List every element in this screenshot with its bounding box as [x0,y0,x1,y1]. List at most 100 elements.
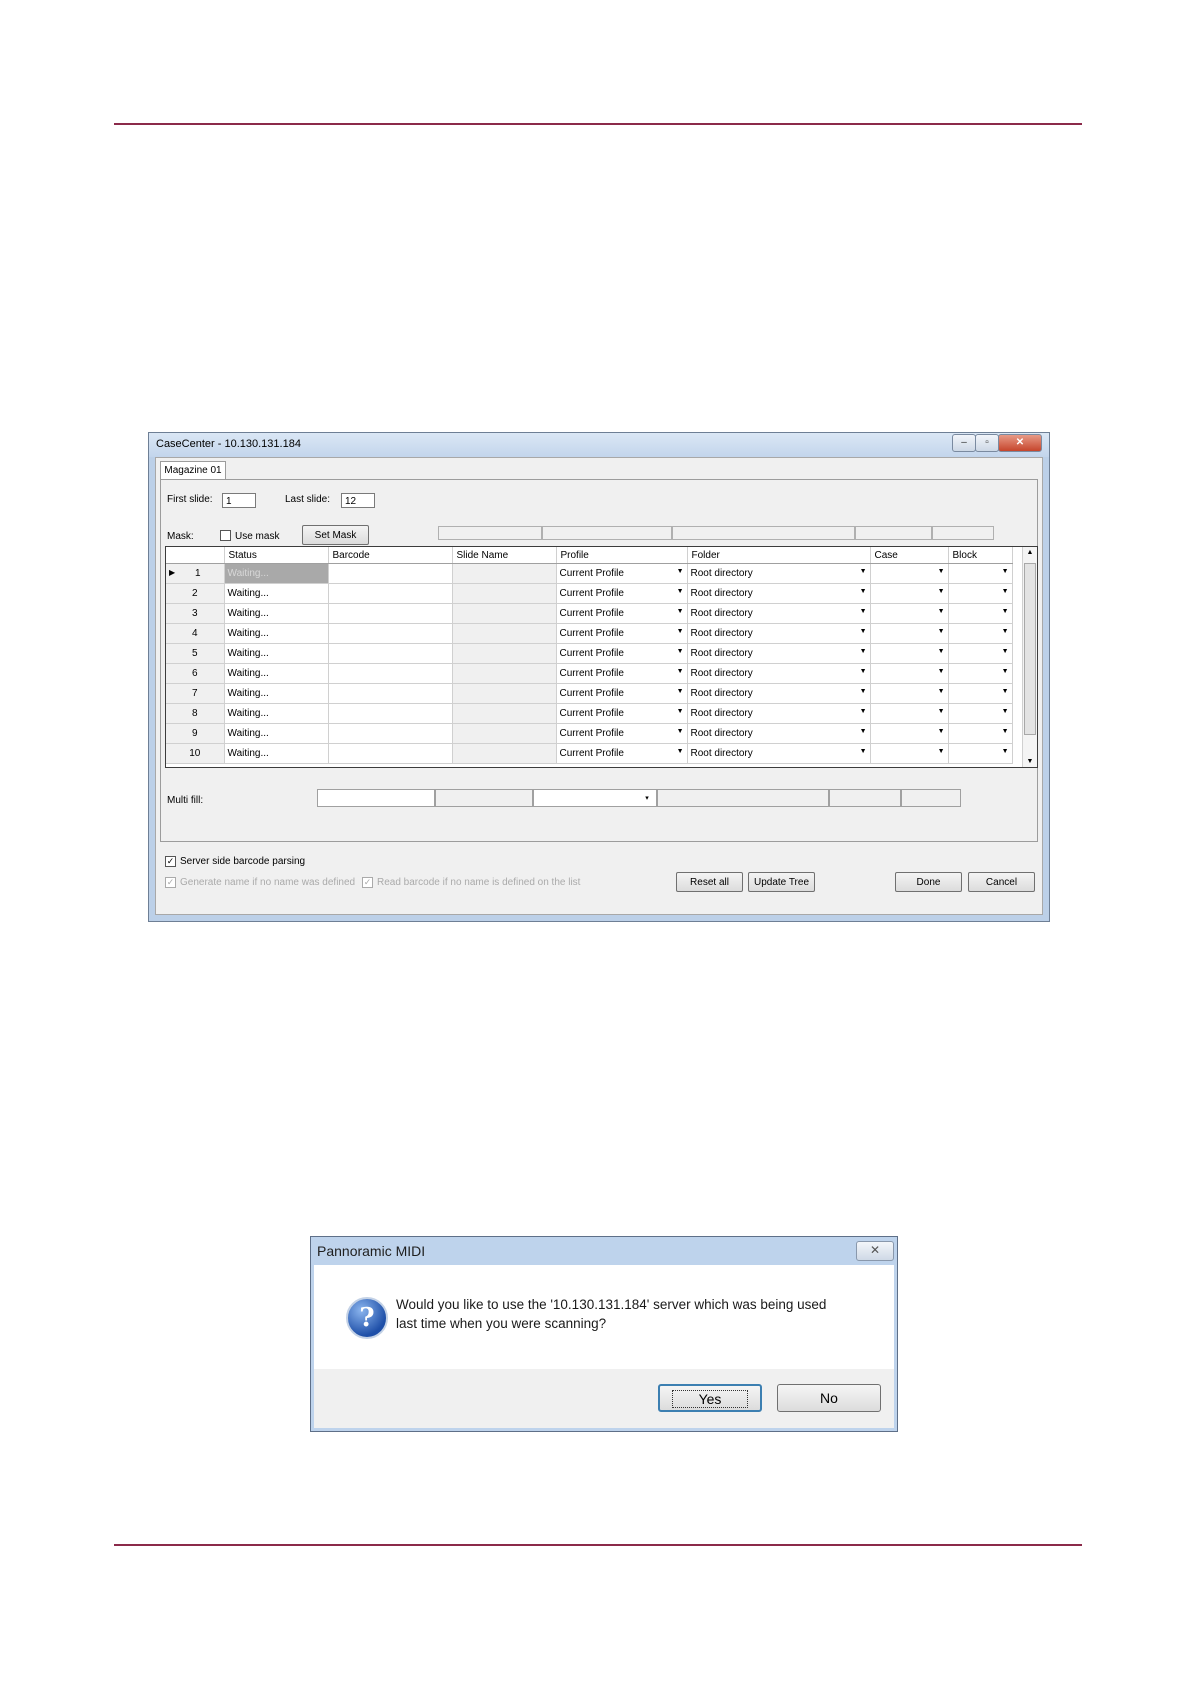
status-cell[interactable]: Waiting... [224,603,329,624]
table-row[interactable]: 3 Waiting... Current Profile ▼ Root director… [166,603,1013,624]
slide-name-cell[interactable] [452,743,557,764]
row-number[interactable]: 4 [166,623,225,644]
slide-name-cell[interactable] [452,643,557,664]
folder-cell[interactable]: Root directory ▼ [687,723,871,744]
case-cell[interactable]: ▼ [870,743,949,764]
slide-name-cell[interactable] [452,563,557,584]
status-cell[interactable]: Waiting... [224,703,329,724]
column-header-block[interactable]: Block [948,547,1013,564]
mask-field-profile[interactable] [542,526,672,540]
table-row[interactable]: 10 Waiting... Current Profile ▼ Root directo… [166,743,1013,764]
folder-cell[interactable]: Root directory ▼ [687,583,871,604]
server-side-barcode-checkbox[interactable]: ✓ [165,856,176,867]
block-cell[interactable]: ▼ [948,583,1013,604]
status-cell[interactable]: Waiting... [224,743,329,764]
folder-cell[interactable]: Root directory ▼ [687,743,871,764]
column-header-case[interactable]: Case [870,547,949,564]
column-header-profile[interactable]: Profile [556,547,688,564]
profile-cell[interactable]: Current Profile ▼ [556,663,688,684]
barcode-cell[interactable] [328,663,453,684]
status-cell[interactable]: Waiting... [224,663,329,684]
block-cell[interactable]: ▼ [948,663,1013,684]
case-cell[interactable]: ▼ [870,663,949,684]
profile-cell[interactable]: Current Profile ▼ [556,743,688,764]
table-row[interactable]: 5 Waiting... Current Profile ▼ Root director… [166,643,1013,664]
case-cell[interactable]: ▼ [870,683,949,704]
scroll-thumb[interactable] [1024,563,1036,735]
block-cell[interactable]: ▼ [948,703,1013,724]
case-cell[interactable]: ▼ [870,623,949,644]
barcode-cell[interactable] [328,603,453,624]
slide-name-cell[interactable] [452,623,557,644]
barcode-cell[interactable] [328,563,453,584]
first-slide-input[interactable]: 1 [222,493,256,508]
multi-fill-profile[interactable]: ▾ [533,789,657,807]
row-number[interactable]: 10 [166,743,225,764]
cancel-button[interactable]: Cancel [968,872,1035,892]
slide-name-cell[interactable] [452,603,557,624]
profile-cell[interactable]: Current Profile ▼ [556,603,688,624]
status-cell[interactable]: Waiting... [224,643,329,664]
profile-cell[interactable]: Current Profile ▼ [556,723,688,744]
mask-field-slide-name[interactable] [438,526,542,540]
done-button[interactable]: Done [895,872,962,892]
multi-fill-barcode[interactable] [317,789,435,807]
barcode-cell[interactable] [328,623,453,644]
column-header-folder[interactable]: Folder [687,547,871,564]
maximize-button[interactable]: ▫ [975,434,999,452]
row-number[interactable]: 7 [166,683,225,704]
row-number[interactable]: 6 [166,663,225,684]
folder-cell[interactable]: Root directory ▼ [687,683,871,704]
table-row[interactable]: 2 Waiting... Current Profile ▼ Root director… [166,583,1013,604]
profile-cell[interactable]: Current Profile ▼ [556,623,688,644]
block-cell[interactable]: ▼ [948,623,1013,644]
table-row[interactable]: ▶ 1 Waiting... Current Profile ▼ Root directo… [166,563,1013,584]
status-cell[interactable]: Waiting... [224,583,329,604]
block-cell[interactable]: ▼ [948,603,1013,624]
no-button[interactable]: No [777,1384,881,1412]
minimize-button[interactable]: – [952,434,976,452]
grid-scrollbar[interactable]: ▲ ▼ [1022,547,1037,767]
case-cell[interactable]: ▼ [870,643,949,664]
barcode-cell[interactable] [328,743,453,764]
barcode-cell[interactable] [328,703,453,724]
barcode-cell[interactable] [328,723,453,744]
profile-cell[interactable]: Current Profile ▼ [556,643,688,664]
column-header-slide-name[interactable]: Slide Name [452,547,557,564]
row-number[interactable]: 3 [166,603,225,624]
folder-cell[interactable]: Root directory ▼ [687,563,871,584]
table-row[interactable]: 7 Waiting... Current Profile ▼ Root director… [166,683,1013,704]
column-header-barcode[interactable]: Barcode [328,547,453,564]
barcode-cell[interactable] [328,643,453,664]
column-header-status[interactable]: Status [224,547,329,564]
case-cell[interactable]: ▼ [870,563,949,584]
profile-cell[interactable]: Current Profile ▼ [556,583,688,604]
block-cell[interactable]: ▼ [948,683,1013,704]
reset-all-button[interactable]: Reset all [676,872,743,892]
row-number[interactable]: ▶ 1 [166,563,225,584]
mask-field-block[interactable] [932,526,994,540]
mask-field-case[interactable] [855,526,932,540]
block-cell[interactable]: ▼ [948,723,1013,744]
status-cell[interactable]: Waiting... [224,723,329,744]
profile-cell[interactable]: Current Profile ▼ [556,563,688,584]
folder-cell[interactable]: Root directory ▼ [687,663,871,684]
update-tree-button[interactable]: Update Tree [748,872,815,892]
table-row[interactable]: 9 Waiting... Current Profile ▼ Root director… [166,723,1013,744]
row-number[interactable]: 9 [166,723,225,744]
row-number[interactable]: 2 [166,583,225,604]
scroll-up-arrow-icon[interactable]: ▲ [1023,549,1037,556]
barcode-cell[interactable] [328,683,453,704]
slide-name-cell[interactable] [452,723,557,744]
close-button[interactable]: ✕ [998,434,1042,452]
case-cell[interactable]: ▼ [870,603,949,624]
folder-cell[interactable]: Root directory ▼ [687,603,871,624]
row-number[interactable]: 8 [166,703,225,724]
table-row[interactable]: 6 Waiting... Current Profile ▼ Root director… [166,663,1013,684]
slide-name-cell[interactable] [452,663,557,684]
mask-field-folder[interactable] [672,526,855,540]
profile-cell[interactable]: Current Profile ▼ [556,703,688,724]
slide-name-cell[interactable] [452,683,557,704]
last-slide-input[interactable]: 12 [341,493,375,508]
status-cell[interactable]: Waiting... [224,683,329,704]
